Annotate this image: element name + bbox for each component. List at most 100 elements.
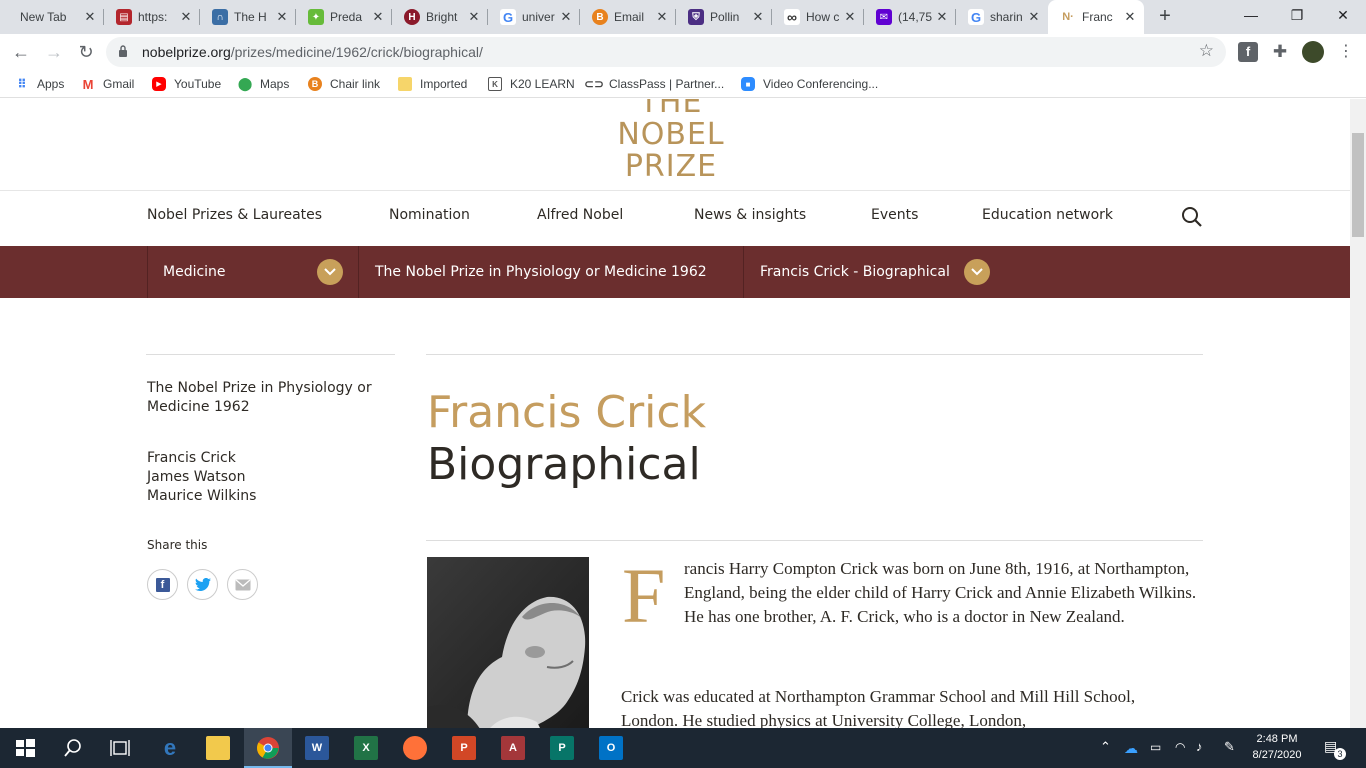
chevron-down-icon[interactable] (963, 259, 990, 285)
tab-close-icon[interactable]: ✕ (178, 9, 194, 25)
tab-close-icon[interactable]: ✕ (370, 9, 386, 25)
battery-icon[interactable]: ▭ (1150, 740, 1161, 754)
address-bar[interactable]: nobelprize.org/prizes/medicine/1962/cric… (106, 37, 1226, 67)
tab-title: Franc (1082, 10, 1113, 24)
excel-icon[interactable]: X (354, 736, 378, 760)
bookmark-star-icon[interactable]: ☆ (1199, 41, 1214, 61)
nav-nomination[interactable]: Nomination (389, 207, 470, 223)
tab-close-icon[interactable]: ✕ (466, 9, 482, 25)
share-facebook-button[interactable]: f (147, 569, 178, 600)
tab-close-icon[interactable]: ✕ (1122, 9, 1138, 25)
lock-icon[interactable] (118, 45, 128, 57)
reload-button[interactable]: ↻ (74, 40, 98, 64)
crumb-category[interactable]: Medicine (163, 246, 343, 298)
nobel-prize-logo[interactable]: THE NOBEL PRIZE (600, 99, 742, 183)
sidebar-laureate-wilkins[interactable]: Maurice Wilkins (147, 487, 256, 506)
tab-close-icon[interactable]: ✕ (654, 9, 670, 25)
browser-tab[interactable]: New Tab ✕ (8, 0, 104, 34)
back-button[interactable]: ← (9, 40, 33, 64)
share-email-button[interactable] (227, 569, 258, 600)
tab-close-icon[interactable]: ✕ (842, 9, 858, 25)
access-icon[interactable]: A (501, 736, 525, 760)
browser-tab[interactable]: H Bright ✕ (392, 0, 488, 34)
page-scrollbar[interactable] (1350, 99, 1366, 728)
file-explorer-icon[interactable] (206, 736, 230, 760)
tab-close-icon[interactable]: ✕ (1026, 9, 1042, 25)
bookmark-imported-folder[interactable]: Imported (398, 75, 467, 93)
extensions-puzzle-icon[interactable]: ✚ (1270, 42, 1290, 62)
nav-alfred-nobel[interactable]: Alfred Nobel (537, 207, 623, 223)
browser-tab[interactable]: B Email ✕ (580, 0, 676, 34)
bookmark-chair-link[interactable]: B Chair link (308, 75, 380, 93)
onedrive-icon[interactable]: ☁ (1124, 740, 1138, 757)
chrome-icon[interactable] (256, 736, 280, 760)
powerpoint-icon[interactable]: P (452, 736, 476, 760)
maps-icon: ⬤ (237, 76, 253, 91)
nav-education-network[interactable]: Education network (982, 207, 1113, 223)
b-circle-icon: B (592, 9, 608, 25)
close-window-button[interactable]: ✕ (1320, 0, 1366, 30)
chevron-down-icon[interactable] (317, 259, 343, 285)
browser-tab[interactable]: ▤ https: ✕ (104, 0, 200, 34)
tab-close-icon[interactable]: ✕ (82, 9, 98, 25)
scrollbar-thumb[interactable] (1352, 133, 1364, 237)
crumb-divider (147, 246, 148, 298)
crumb-page[interactable]: Francis Crick - Biographical (760, 246, 990, 298)
bookmark-video-conferencing[interactable]: ■ Video Conferencing... (741, 75, 878, 93)
tab-close-icon[interactable]: ✕ (558, 9, 574, 25)
task-view-icon[interactable] (108, 736, 132, 760)
search-icon[interactable] (61, 736, 85, 760)
twitter-icon (194, 578, 211, 591)
maximize-button[interactable]: ❐ (1274, 0, 1320, 30)
nav-news-insights[interactable]: News & insights (694, 207, 806, 223)
browser-tab[interactable]: G sharin ✕ (956, 0, 1048, 34)
crumb-prize[interactable]: The Nobel Prize in Physiology or Medicin… (375, 246, 707, 298)
pen-icon[interactable]: ✎ (1224, 739, 1235, 755)
bookmark-youtube[interactable]: ▶ YouTube (152, 75, 221, 93)
word-icon[interactable]: W (305, 736, 329, 760)
new-tab-button[interactable]: + (1154, 5, 1176, 27)
edge-icon[interactable]: e (158, 735, 182, 760)
bookmark-maps[interactable]: ⬤ Maps (237, 75, 290, 93)
bookmark-apps[interactable]: ⠿ Apps (15, 75, 64, 93)
bookmark-classpass[interactable]: ⊂⊃ ClassPass | Partner... (584, 75, 724, 93)
chevron-up-icon[interactable]: ⌃ (1100, 739, 1111, 755)
menu-dots-icon[interactable]: ⋮ (1336, 42, 1356, 62)
browser-tab[interactable]: ⛨ Pollin ✕ (676, 0, 772, 34)
volume-icon[interactable]: ♪ (1196, 739, 1203, 754)
sidebar-laureate-watson[interactable]: James Watson (147, 468, 245, 487)
search-icon[interactable] (1181, 206, 1203, 228)
bookmark-k20-learn[interactable]: K K20 LEARN (488, 75, 575, 93)
browser-tab-active[interactable]: N· Franc ✕ (1048, 0, 1144, 34)
browser-tab[interactable]: G univer ✕ (488, 0, 580, 34)
publisher-icon[interactable]: P (550, 736, 574, 760)
nav-events[interactable]: Events (871, 207, 918, 223)
forward-button[interactable]: → (42, 40, 66, 64)
clock-date[interactable]: 8/27/2020 (1252, 749, 1302, 761)
sidebar-laureate-crick[interactable]: Francis Crick (147, 449, 236, 468)
google-icon: G (968, 9, 984, 25)
outlook-icon[interactable]: O (599, 736, 623, 760)
tab-close-icon[interactable]: ✕ (934, 9, 950, 25)
mail-icon: ✉ (876, 9, 892, 25)
url-text[interactable]: nobelprize.org/prizes/medicine/1962/cric… (142, 44, 483, 60)
drop-cap: F (622, 552, 666, 639)
browser-tab[interactable]: ∩ The H ✕ (200, 0, 296, 34)
browser-tab[interactable]: ✦ Preda ✕ (296, 0, 392, 34)
tab-close-icon[interactable]: ✕ (274, 9, 290, 25)
bookmark-gmail[interactable]: M Gmail (81, 75, 135, 93)
wifi-icon[interactable]: ◠ (1175, 740, 1185, 754)
windows-start-icon[interactable] (13, 736, 37, 760)
minimize-button[interactable]: — (1228, 0, 1274, 30)
nav-laureates[interactable]: Nobel Prizes & Laureates (147, 207, 322, 223)
share-twitter-button[interactable] (187, 569, 218, 600)
browser-tab[interactable]: ✉ (14,75 ✕ (864, 0, 956, 34)
browser-tab[interactable]: ∞ How c ✕ (772, 0, 864, 34)
facebook-extension-icon[interactable]: f (1238, 42, 1258, 62)
bookmark-label: Maps (260, 77, 290, 91)
tab-close-icon[interactable]: ✕ (750, 9, 766, 25)
profile-avatar[interactable] (1302, 41, 1324, 63)
sidebar-prize-link[interactable]: The Nobel Prize in Physiology or Medicin… (147, 379, 387, 417)
firefox-icon[interactable] (403, 736, 427, 760)
clock-time[interactable]: 2:48 PM (1252, 733, 1302, 745)
